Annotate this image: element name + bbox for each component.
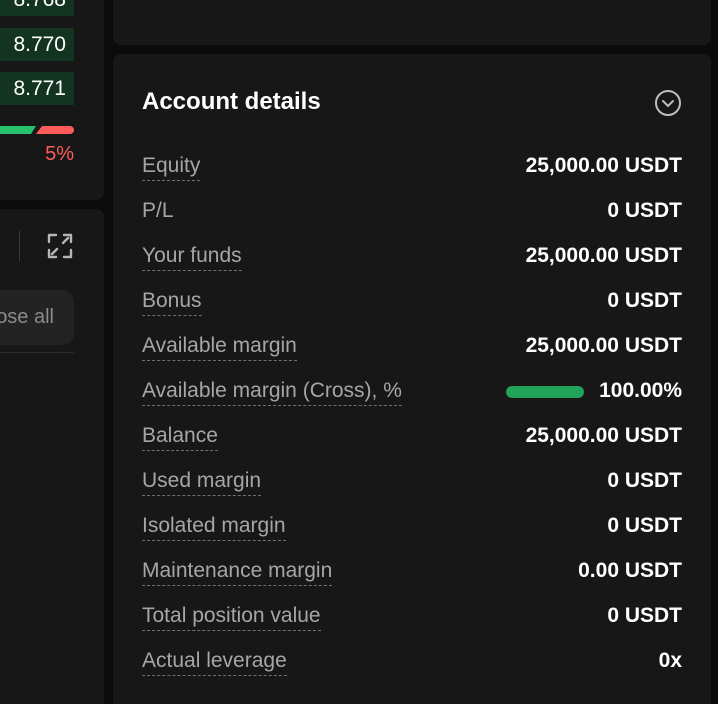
close-all-label: ose all <box>0 306 54 328</box>
buy-ratio-fill <box>0 126 36 134</box>
account-details-card: Account details Equity 25,000.00 USDT P/… <box>113 54 711 704</box>
sell-ratio-fill <box>36 126 74 134</box>
positions-divider <box>0 352 74 353</box>
available-margin-cross-bar <box>506 386 584 398</box>
isolated-margin-value: 0 USDT <box>607 514 682 537</box>
close-all-button[interactable]: ose all <box>0 290 74 345</box>
account-row-used-margin: Used margin 0 USDT <box>142 461 682 506</box>
isolated-margin-label[interactable]: Isolated margin <box>142 512 286 541</box>
account-row-total-position-value: Total position value 0 USDT <box>142 596 682 641</box>
buy-sell-ratio-bar <box>0 126 74 134</box>
top-card <box>113 0 711 45</box>
account-row-your-funds: Your funds 25,000.00 USDT <box>142 236 682 281</box>
orderbook-price: 8.771 <box>13 77 66 100</box>
orderbook-row[interactable]: 8.770 <box>0 28 74 61</box>
account-details-list: Equity 25,000.00 USDT P/L 0 USDT Your fu… <box>142 146 682 686</box>
available-margin-value: 25,000.00 USDT <box>525 334 682 357</box>
pl-value: 0 USDT <box>607 199 682 222</box>
account-row-isolated-margin: Isolated margin 0 USDT <box>142 506 682 551</box>
positions-panel <box>0 209 104 704</box>
account-row-balance: Balance 25,000.00 USDT <box>142 416 682 461</box>
your-funds-label[interactable]: Your funds <box>142 242 242 271</box>
actual-leverage-label[interactable]: Actual leverage <box>142 647 287 676</box>
equity-label[interactable]: Equity <box>142 152 201 181</box>
used-margin-label[interactable]: Used margin <box>142 467 262 496</box>
account-row-pl: P/L 0 USDT <box>142 191 682 236</box>
orderbook-price: 8.768 <box>13 0 66 11</box>
orderbook-row[interactable]: 8.768 <box>0 0 74 16</box>
used-margin-value: 0 USDT <box>607 469 682 492</box>
equity-value: 25,000.00 USDT <box>525 154 682 177</box>
account-row-available-margin: Available margin 25,000.00 USDT <box>142 326 682 371</box>
orderbook-row[interactable]: 8.771 <box>0 72 74 105</box>
chevron-down-circle-icon[interactable] <box>654 89 682 117</box>
available-margin-cross-label[interactable]: Available margin (Cross), % <box>142 377 402 406</box>
orderbook-price: 8.770 <box>13 33 66 56</box>
account-row-bonus: Bonus 0 USDT <box>142 281 682 326</box>
pl-label: P/L <box>142 199 174 222</box>
maintenance-margin-label[interactable]: Maintenance margin <box>142 557 333 586</box>
bonus-value: 0 USDT <box>607 289 682 312</box>
bonus-label[interactable]: Bonus <box>142 287 202 316</box>
toolbar-divider <box>19 231 20 261</box>
available-margin-cross-value: 100.00% <box>599 379 682 402</box>
account-row-maintenance-margin: Maintenance margin 0.00 USDT <box>142 551 682 596</box>
orderbook-panel: 8.768 8.770 8.771 5% <box>0 0 104 200</box>
account-row-actual-leverage: Actual leverage 0x <box>142 641 682 686</box>
expand-icon[interactable] <box>46 232 74 260</box>
maintenance-margin-value: 0.00 USDT <box>578 559 682 582</box>
account-row-equity: Equity 25,000.00 USDT <box>142 146 682 191</box>
balance-value: 25,000.00 USDT <box>525 424 682 447</box>
account-row-available-margin-cross: Available margin (Cross), % 100.00% <box>142 371 682 416</box>
actual-leverage-value: 0x <box>658 649 682 672</box>
available-margin-label[interactable]: Available margin <box>142 332 297 361</box>
account-details-title: Account details <box>142 88 321 115</box>
sell-ratio-label: 5% <box>45 143 74 165</box>
balance-label[interactable]: Balance <box>142 422 218 451</box>
total-position-value-label[interactable]: Total position value <box>142 602 321 631</box>
your-funds-value: 25,000.00 USDT <box>525 244 682 267</box>
total-position-value-value: 0 USDT <box>607 604 682 627</box>
